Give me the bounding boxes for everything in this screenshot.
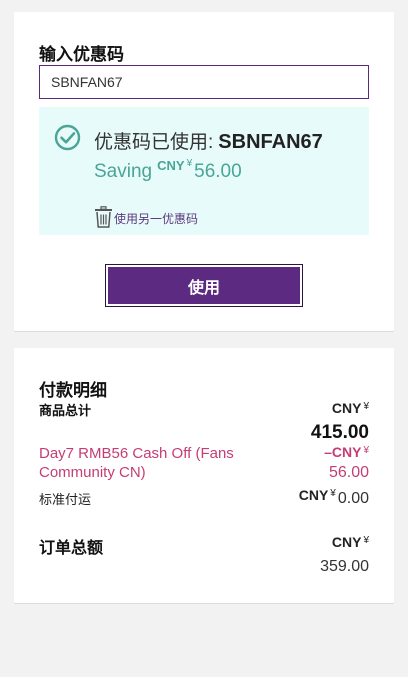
shipping-label: 标准付运	[39, 492, 92, 507]
payment-details-card: 付款明细 商品总计 CNY ¥ 415.00 Day7 RMB56 Cash Of…	[14, 348, 394, 604]
subtotal-label: 商品总计	[39, 403, 92, 418]
coupon-applied-message: 优惠码已使用: SBNFAN67	[94, 127, 323, 154]
coupon-applied-code: SBNFAN67	[218, 131, 323, 153]
shipping-currency-symbol: ¥	[330, 488, 336, 499]
discount-amount: 56.00	[328, 464, 369, 481]
order-total-currency: CNY	[331, 534, 362, 550]
shipping-value: CNY ¥0.00	[298, 487, 369, 507]
subtotal-row: 商品总计 CNY ¥ 415.00	[39, 400, 369, 444]
subtotal-amount: 415.00	[310, 422, 369, 443]
order-total-amount: 359.00	[320, 558, 369, 575]
check-circle-icon	[54, 124, 81, 151]
coupon-applied-panel: 优惠码已使用: SBNFAN67 Saving CNY ¥56.00 使用另一优惠码	[39, 107, 369, 235]
subtotal-currency-symbol: ¥	[363, 401, 369, 412]
saving-line: Saving CNY ¥56.00	[94, 158, 242, 183]
discount-minus-sign: –	[324, 444, 332, 460]
apply-coupon-button[interactable]: 使用	[105, 264, 303, 307]
discount-label: Day7 RMB56 Cash Off (Fans Community CN)	[39, 445, 234, 481]
discount-currency-line: –CNY ¥	[324, 444, 369, 462]
coupon-applied-label: 优惠码已使用:	[94, 132, 214, 153]
subtotal-currency: CNY	[331, 400, 362, 416]
discount-currency-symbol: ¥	[363, 445, 369, 456]
saving-amount: 56.00	[194, 161, 242, 182]
saving-label: Saving	[94, 161, 153, 182]
discount-currency: CNY	[331, 444, 362, 460]
shipping-currency: CNY	[298, 487, 329, 503]
order-total-currency-line: CNY ¥	[332, 534, 369, 552]
use-another-coupon-label: 使用另一优惠码	[114, 212, 199, 226]
coupon-code-input[interactable]	[39, 65, 369, 99]
trash-icon	[95, 206, 112, 228]
order-total-row: 订单总额 CNY ¥ 359.00	[39, 534, 369, 582]
saving-currency-symbol: ¥	[186, 158, 193, 169]
saving-currency: CNY	[157, 158, 185, 173]
order-total-label: 订单总额	[39, 540, 104, 557]
discount-row: Day7 RMB56 Cash Off (Fans Community CN) …	[39, 444, 369, 488]
use-another-coupon-link[interactable]: 使用另一优惠码	[94, 206, 198, 228]
coupon-card: 输入优惠码 优惠码已使用:SBNFAN67 Saving CNY¥56.00 使用…	[14, 12, 394, 332]
subtotal-currency-line: CNY ¥	[332, 400, 369, 418]
payment-section-title: 付款明细	[39, 381, 107, 400]
coupon-section-title: 输入优惠码	[39, 45, 124, 64]
order-total-currency-symbol: ¥	[363, 535, 369, 546]
shipping-amount: 0.00	[337, 490, 369, 507]
shipping-row: 标准付运 CNY ¥0.00	[39, 487, 369, 509]
